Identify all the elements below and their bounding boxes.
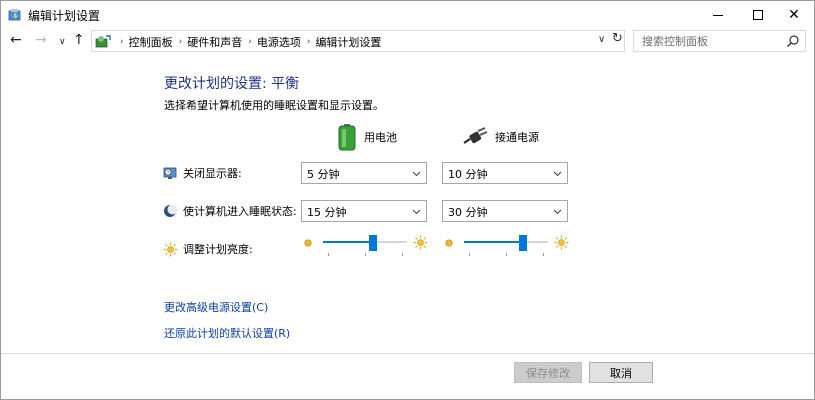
save-changes-button[interactable]: 保存修改 [514, 362, 582, 383]
battery-icon [338, 124, 356, 151]
maximize-button[interactable] [738, 1, 778, 29]
close-button[interactable]: ✕ [774, 1, 814, 29]
chevron-down-icon [553, 171, 562, 177]
slider-track[interactable] [464, 241, 548, 243]
dim-sun-icon [445, 239, 453, 247]
page-subtitle: 选择希望计算机使用的睡眠设置和显示设置。 [164, 99, 384, 112]
plugged-in-column-header: 接通电源 [463, 122, 539, 152]
title-bar: 编辑计划设置 ✕ [1, 1, 814, 29]
breadcrumb-power-options[interactable]: 电源选项 [257, 34, 301, 50]
slider-thumb[interactable] [518, 235, 527, 251]
display-off-plugged-in-select[interactable]: 10 分钟 [442, 162, 568, 184]
page-title: 更改计划的设置: 平衡 [164, 76, 300, 92]
restore-defaults-link[interactable]: 还原此计划的默认设置(R) [164, 325, 290, 341]
slider-tick [543, 253, 544, 256]
slider-fill [323, 241, 374, 243]
bright-sun-icon [554, 235, 569, 250]
control-panel-icon [95, 35, 111, 48]
slider-track[interactable] [323, 241, 407, 243]
recent-locations-chevron-icon[interactable]: ∨ [59, 33, 66, 51]
maximize-icon [753, 10, 763, 20]
search-box [633, 30, 806, 52]
back-arrow-icon[interactable]: ← [10, 31, 22, 49]
slider-tick [469, 253, 470, 256]
display-off-plugged-in-value: 10 分钟 [448, 168, 488, 181]
breadcrumb-separator-icon[interactable]: › [248, 37, 252, 47]
brightness-battery-slider[interactable] [301, 233, 429, 257]
plugged-in-column-label: 接通电源 [495, 131, 539, 144]
sleep-plugged-in-select[interactable]: 30 分钟 [442, 200, 568, 222]
dim-sun-icon [304, 239, 312, 247]
display-off-battery-select[interactable]: 5 分钟 [301, 162, 427, 184]
sleep-label: 使计算机进入睡眠状态: [183, 205, 297, 218]
breadcrumb-separator-icon[interactable]: › [179, 37, 183, 47]
breadcrumb-control-panel[interactable]: 控制面板 [129, 34, 173, 50]
refresh-icon[interactable]: ↻ [612, 31, 623, 46]
search-input[interactable] [634, 31, 784, 51]
slider-tick [328, 253, 329, 256]
address-dropdown-chevron-icon[interactable]: ∨ [598, 34, 605, 45]
brightness-plugged-in-slider[interactable] [442, 233, 570, 257]
search-icon[interactable] [786, 34, 800, 48]
forward-arrow-icon[interactable]: → [35, 31, 47, 49]
battery-column-label: 用电池 [364, 131, 397, 144]
monitor-clock-icon [163, 167, 177, 179]
edit-plan-settings-window: 编辑计划设置 ✕ ← → ∨ ↑ › 控制面板 › 硬件和声音 › 电源选项 ›… [0, 0, 815, 400]
brightness-row-label: 调整计划亮度: [163, 239, 253, 259]
advanced-power-settings-link[interactable]: 更改高级电源设置(C) [164, 299, 268, 315]
moon-icon [164, 204, 178, 217]
close-icon: ✕ [788, 7, 800, 23]
minimize-button[interactable] [698, 1, 738, 29]
footer-divider [1, 353, 814, 354]
bright-sun-icon [413, 235, 428, 250]
slider-tick [365, 253, 366, 256]
up-arrow-icon[interactable]: ↑ [73, 31, 85, 49]
brightness-label: 调整计划亮度: [183, 243, 253, 256]
cancel-button[interactable]: 取消 [589, 362, 653, 383]
sun-icon [163, 242, 178, 256]
breadcrumb: › 控制面板 › 硬件和声音 › 电源选项 › 编辑计划设置 [114, 34, 381, 50]
minimize-icon [713, 14, 723, 16]
power-options-icon [8, 9, 21, 21]
slider-tick [506, 253, 507, 256]
battery-column-header: 用电池 [336, 122, 397, 152]
slider-thumb[interactable] [369, 235, 378, 251]
display-off-row-label: 关闭显示器: [163, 163, 242, 183]
breadcrumb-edit-plan[interactable]: 编辑计划设置 [315, 34, 381, 50]
chevron-down-icon [553, 209, 562, 215]
slider-fill [464, 241, 523, 243]
display-off-label: 关闭显示器: [183, 167, 242, 180]
address-row: ← → ∨ ↑ › 控制面板 › 硬件和声音 › 电源选项 › 编辑计划设置 ∨… [1, 29, 814, 53]
display-off-battery-value: 5 分钟 [307, 168, 340, 181]
power-plug-icon [463, 127, 488, 144]
sleep-battery-value: 15 分钟 [307, 206, 347, 219]
chevron-down-icon [412, 171, 421, 177]
window-title: 编辑计划设置 [28, 9, 101, 23]
chevron-down-icon [412, 209, 421, 215]
breadcrumb-hardware-sound[interactable]: 硬件和声音 [187, 34, 242, 50]
slider-tick [402, 253, 403, 256]
sleep-battery-select[interactable]: 15 分钟 [301, 200, 427, 222]
breadcrumb-separator-icon[interactable]: › [307, 37, 311, 47]
sleep-plugged-in-value: 30 分钟 [448, 206, 488, 219]
sleep-row-label: 使计算机进入睡眠状态: [163, 201, 297, 221]
address-bar[interactable]: › 控制面板 › 硬件和声音 › 电源选项 › 编辑计划设置 ∨ ↻ [91, 30, 625, 52]
breadcrumb-separator-icon: › [120, 37, 124, 47]
